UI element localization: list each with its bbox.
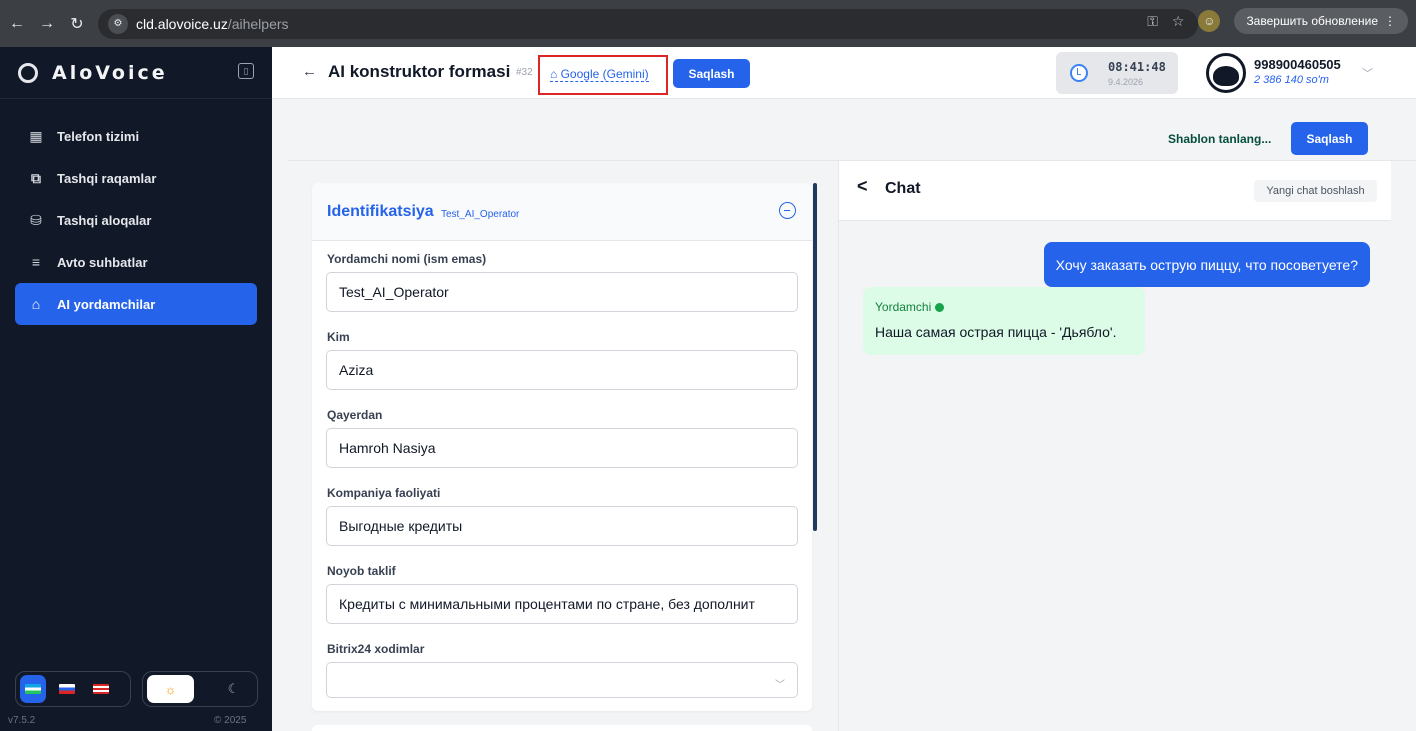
chevron-down-icon[interactable]: ﹀ xyxy=(1362,65,1373,81)
page-scrollbar[interactable] xyxy=(1391,161,1416,731)
theme-switcher: ☼ ☾ xyxy=(142,671,258,707)
form-panel: Identifikatsiya Test_AI_Operator Yordamc… xyxy=(288,161,838,731)
section-subtitle: Test_AI_Operator xyxy=(441,209,520,220)
assistant-name-input[interactable]: Test_AI_Operator xyxy=(326,272,798,312)
bot-name-label: Yordamchi xyxy=(875,300,932,314)
field-label-company-activity: Kompaniya faoliyati xyxy=(327,486,441,500)
verified-check-icon xyxy=(935,302,945,312)
model-selector[interactable]: ⌂ Google (Gemini) xyxy=(550,67,649,82)
grid-icon: ▦ xyxy=(29,127,43,144)
bookmark-star-icon[interactable]: ☆ xyxy=(1172,13,1185,30)
bot-message-text: Наша самая острая пицца - 'Дьябло'. xyxy=(875,324,1117,340)
moon-icon[interactable]: ☾ xyxy=(210,675,257,703)
chat-messages: Хочу заказать острую пиццу, что посовету… xyxy=(839,221,1392,731)
collapse-sidebar-icon[interactable]: ▯ xyxy=(238,63,254,79)
reload-icon[interactable]: ↻ xyxy=(64,11,90,37)
template-select[interactable]: Shablon tanlang... xyxy=(1168,132,1271,146)
save-template-button[interactable]: Saqlash xyxy=(1291,122,1368,155)
sidebar-item-label: Avto suhbatlar xyxy=(57,254,148,270)
browser-toolbar: ← → ↻ ⚙ cld.alovoice.uz/aihelpers ⚿ ☆ ☺ … xyxy=(0,0,1416,47)
browser-actions: ⚿ ☆ ☺ Завершить обновление ⋮ xyxy=(1147,8,1408,34)
card-header[interactable]: Identifikatsiya Test_AI_Operator xyxy=(312,183,812,241)
model-name: Google (Gemini) xyxy=(560,67,649,81)
update-button-label: Завершить обновление xyxy=(1246,14,1378,28)
who-input[interactable]: Aziza xyxy=(326,350,798,390)
chat-panel: < Chat Yangi chat boshlash Хочу заказать… xyxy=(838,161,1392,731)
copyright: © 2025 xyxy=(214,715,247,726)
bot-message: Yordamchi Наша самая острая пицца - 'Дья… xyxy=(863,287,1145,355)
profile-icon[interactable]: ☺ xyxy=(1198,10,1221,32)
robot-icon: ⌂ xyxy=(550,67,561,81)
company-activity-input[interactable]: Выгодные кредиты xyxy=(326,506,798,546)
field-label-bitrix-staff: Bitrix24 xodimlar xyxy=(327,642,425,656)
brand-name: AloVoice xyxy=(52,61,168,84)
sun-icon[interactable]: ☼ xyxy=(147,675,194,703)
chat-title: Chat xyxy=(885,180,921,197)
more-menu-icon: ⋮ xyxy=(1384,14,1396,28)
form-scrollbar[interactable] xyxy=(813,183,817,531)
field-label-unique-offer: Noyob taklif xyxy=(327,564,396,578)
sidebar-item-tashqi-aloqalar[interactable]: ⛁ Tashqi aloqalar xyxy=(15,199,257,241)
chevron-down-icon: ﹀ xyxy=(775,680,785,691)
clock-icon xyxy=(1070,64,1088,82)
database-icon: ⛁ xyxy=(30,211,42,228)
save-button[interactable]: Saqlash xyxy=(673,59,750,88)
flag-uz-button[interactable] xyxy=(20,675,46,703)
user-phone[interactable]: 998900460505 xyxy=(1254,57,1341,72)
field-label-from: Qayerdan xyxy=(327,408,383,422)
chevron-left-icon[interactable]: < xyxy=(857,176,868,197)
network-icon: ⧉ xyxy=(31,169,41,186)
model-highlight: ⌂ Google (Gemini) xyxy=(538,55,668,95)
url-host: cld.alovoice.uz xyxy=(136,15,228,32)
sidebar: AloVoice ▯ ▦ Telefon tizimi ⧉ Tashqi raq… xyxy=(0,47,272,731)
flag-us-button[interactable] xyxy=(88,675,114,703)
bitrix-staff-select[interactable]: ﹀ xyxy=(326,662,798,698)
sidebar-item-label: Telefon tizimi xyxy=(57,128,140,144)
back-arrow-icon[interactable]: ← xyxy=(302,63,317,80)
bot-name: Yordamchi xyxy=(875,300,945,314)
clock-widget: 08:41:48 9.4.2026 xyxy=(1056,52,1178,94)
from-input[interactable]: Hamroh Nasiya xyxy=(326,428,798,468)
identification-card: Identifikatsiya Test_AI_Operator Yordamc… xyxy=(312,183,812,711)
sidebar-item-label: AI yordamchilar xyxy=(57,296,156,312)
address-bar[interactable]: ⚙ cld.alovoice.uz/aihelpers xyxy=(98,8,1198,39)
sidebar-item-label: Tashqi aloqalar xyxy=(57,212,152,228)
password-key-icon[interactable]: ⚿ xyxy=(1147,13,1158,30)
url-path: /aihelpers xyxy=(227,15,289,32)
field-label-assistant-name: Yordamchi nomi (ism emas) xyxy=(327,252,487,266)
back-icon[interactable]: ← xyxy=(4,11,30,37)
field-label-who: Kim xyxy=(327,330,350,344)
sidebar-item-telefon-tizimi[interactable]: ▦ Telefon tizimi xyxy=(15,115,257,157)
forward-icon[interactable]: → xyxy=(34,11,60,37)
collapse-icon[interactable] xyxy=(779,202,796,219)
next-card xyxy=(312,725,812,731)
page-title: AI konstruktor formasi xyxy=(328,62,511,81)
user-balance: 2 386 140 so'm xyxy=(1254,74,1329,86)
update-button[interactable]: Завершить обновление ⋮ xyxy=(1234,8,1408,34)
sidebar-item-avto-suhbatlar[interactable]: ≡ Avto suhbatlar xyxy=(15,241,257,283)
user-message: Хочу заказать острую пиццу, что посовету… xyxy=(1043,242,1370,287)
chat-header: < Chat Yangi chat boshlash xyxy=(839,161,1391,221)
app-version: v7.5.2 xyxy=(8,715,36,726)
sidebar-item-tashqi-raqamlar[interactable]: ⧉ Tashqi raqamlar xyxy=(15,157,257,199)
section-title: Identifikatsiya xyxy=(327,203,434,220)
avatar[interactable] xyxy=(1206,53,1246,93)
record-id: #32 xyxy=(516,67,533,78)
sidebar-item-ai-yordamchilar[interactable]: ⌂ AI yordamchilar xyxy=(15,283,257,325)
unique-offer-input[interactable]: Кредиты с минимальными процентами по стр… xyxy=(326,584,798,624)
list-icon: ≡ xyxy=(31,254,41,270)
sidebar-item-label: Tashqi raqamlar xyxy=(57,170,157,186)
logo-icon xyxy=(18,62,38,83)
flag-ru-button[interactable] xyxy=(54,675,80,703)
clock-date: 9.4.2026 xyxy=(1108,77,1144,87)
page-header: ← AI konstruktor formasi #32 ⌂ Google (G… xyxy=(272,47,1416,99)
brand[interactable]: AloVoice xyxy=(0,47,272,99)
new-chat-button[interactable]: Yangi chat boshlash xyxy=(1254,180,1377,202)
robot-icon: ⌂ xyxy=(31,296,41,312)
sidebar-menu: ▦ Telefon tizimi ⧉ Tashqi raqamlar ⛁ Tas… xyxy=(0,99,272,325)
language-switcher xyxy=(15,671,131,707)
site-settings-icon[interactable]: ⚙ xyxy=(108,13,128,34)
clock-time: 08:41:48 xyxy=(1108,60,1166,74)
